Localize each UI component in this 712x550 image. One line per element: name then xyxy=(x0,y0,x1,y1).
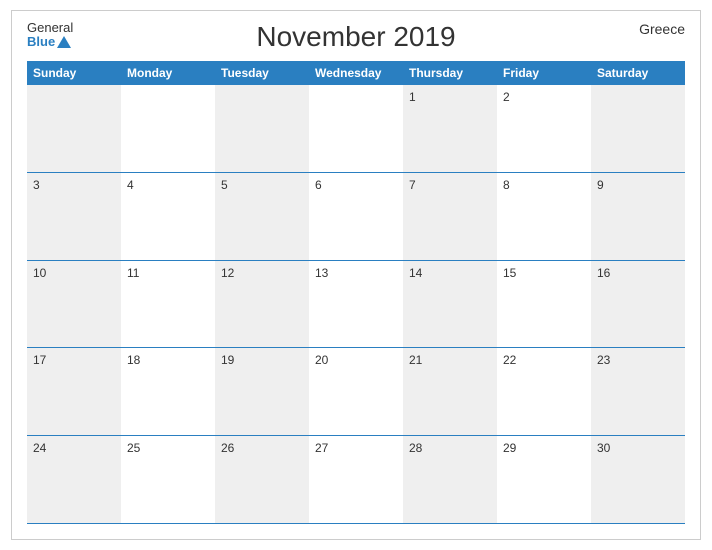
cell-w1-d2: 5 xyxy=(215,173,309,260)
day-number-28: 28 xyxy=(409,441,422,455)
cell-w0-d5: 2 xyxy=(497,85,591,172)
day-number-21: 21 xyxy=(409,353,422,367)
day-number-1: 1 xyxy=(409,90,416,104)
cell-w4-d2: 26 xyxy=(215,436,309,523)
cell-w4-d1: 25 xyxy=(121,436,215,523)
cell-w4-d4: 28 xyxy=(403,436,497,523)
day-number-19: 19 xyxy=(221,353,234,367)
calendar-header: General Blue November 2019 Greece xyxy=(27,21,685,53)
cell-w4-d3: 27 xyxy=(309,436,403,523)
day-number-22: 22 xyxy=(503,353,516,367)
cell-w1-d3: 6 xyxy=(309,173,403,260)
day-number-9: 9 xyxy=(597,178,604,192)
cell-w3-d0: 17 xyxy=(27,348,121,435)
cell-w2-d4: 14 xyxy=(403,261,497,348)
week-row-1: 3 4 5 6 7 8 9 xyxy=(27,173,685,261)
cell-w0-d6 xyxy=(591,85,685,172)
grid-body: 1234567891011121314151617181920212223242… xyxy=(27,85,685,524)
header-thursday: Thursday xyxy=(403,61,497,85)
cell-w0-d4: 1 xyxy=(403,85,497,172)
day-number-8: 8 xyxy=(503,178,510,192)
cell-w4-d0: 24 xyxy=(27,436,121,523)
calendar: General Blue November 2019 Greece Sunday… xyxy=(11,10,701,540)
day-number-3: 3 xyxy=(33,178,40,192)
cell-w4-d5: 29 xyxy=(497,436,591,523)
header-saturday: Saturday xyxy=(591,61,685,85)
week-row-0: 12 xyxy=(27,85,685,173)
cell-w3-d2: 19 xyxy=(215,348,309,435)
header-sunday: Sunday xyxy=(27,61,121,85)
logo: General Blue xyxy=(27,21,73,50)
cell-w2-d5: 15 xyxy=(497,261,591,348)
day-number-2: 2 xyxy=(503,90,510,104)
day-number-13: 13 xyxy=(315,266,328,280)
grid-header: Sunday Monday Tuesday Wednesday Thursday… xyxy=(27,61,685,85)
day-number-18: 18 xyxy=(127,353,140,367)
day-number-20: 20 xyxy=(315,353,328,367)
cell-w3-d5: 22 xyxy=(497,348,591,435)
cell-w2-d3: 13 xyxy=(309,261,403,348)
week-row-2: 10 11 12 13 14 15 16 xyxy=(27,261,685,349)
day-number-11: 11 xyxy=(127,266,139,280)
cell-w0-d0 xyxy=(27,85,121,172)
cell-w1-d5: 8 xyxy=(497,173,591,260)
day-number-29: 29 xyxy=(503,441,516,455)
cell-w0-d3 xyxy=(309,85,403,172)
day-number-5: 5 xyxy=(221,178,228,192)
day-number-30: 30 xyxy=(597,441,610,455)
calendar-grid: Sunday Monday Tuesday Wednesday Thursday… xyxy=(27,61,685,524)
header-tuesday: Tuesday xyxy=(215,61,309,85)
calendar-title: November 2019 xyxy=(256,21,455,53)
cell-w1-d6: 9 xyxy=(591,173,685,260)
cell-w0-d1 xyxy=(121,85,215,172)
cell-w2-d1: 11 xyxy=(121,261,215,348)
week-row-3: 17 18 19 20 21 22 23 xyxy=(27,348,685,436)
header-friday: Friday xyxy=(497,61,591,85)
day-number-14: 14 xyxy=(409,266,422,280)
day-number-16: 16 xyxy=(597,266,610,280)
day-number-12: 12 xyxy=(221,266,234,280)
day-number-17: 17 xyxy=(33,353,46,367)
cell-w4-d6: 30 xyxy=(591,436,685,523)
cell-w3-d3: 20 xyxy=(309,348,403,435)
cell-w2-d0: 10 xyxy=(27,261,121,348)
cell-w2-d6: 16 xyxy=(591,261,685,348)
week-row-4: 24 25 26 27 28 29 30 xyxy=(27,436,685,524)
day-number-10: 10 xyxy=(33,266,46,280)
country-label: Greece xyxy=(639,21,685,37)
logo-general-text: General xyxy=(27,21,73,35)
cell-w3-d4: 21 xyxy=(403,348,497,435)
cell-w1-d0: 3 xyxy=(27,173,121,260)
day-number-4: 4 xyxy=(127,178,134,192)
cell-w3-d6: 23 xyxy=(591,348,685,435)
day-number-26: 26 xyxy=(221,441,234,455)
logo-triangle-icon xyxy=(57,36,71,48)
day-number-15: 15 xyxy=(503,266,516,280)
cell-w0-d2 xyxy=(215,85,309,172)
day-number-23: 23 xyxy=(597,353,610,367)
day-number-6: 6 xyxy=(315,178,322,192)
day-number-7: 7 xyxy=(409,178,416,192)
cell-w2-d2: 12 xyxy=(215,261,309,348)
cell-w1-d4: 7 xyxy=(403,173,497,260)
header-monday: Monday xyxy=(121,61,215,85)
cell-w1-d1: 4 xyxy=(121,173,215,260)
header-wednesday: Wednesday xyxy=(309,61,403,85)
day-number-27: 27 xyxy=(315,441,328,455)
day-number-25: 25 xyxy=(127,441,140,455)
day-number-24: 24 xyxy=(33,441,46,455)
logo-blue-text: Blue xyxy=(27,35,73,49)
cell-w3-d1: 18 xyxy=(121,348,215,435)
